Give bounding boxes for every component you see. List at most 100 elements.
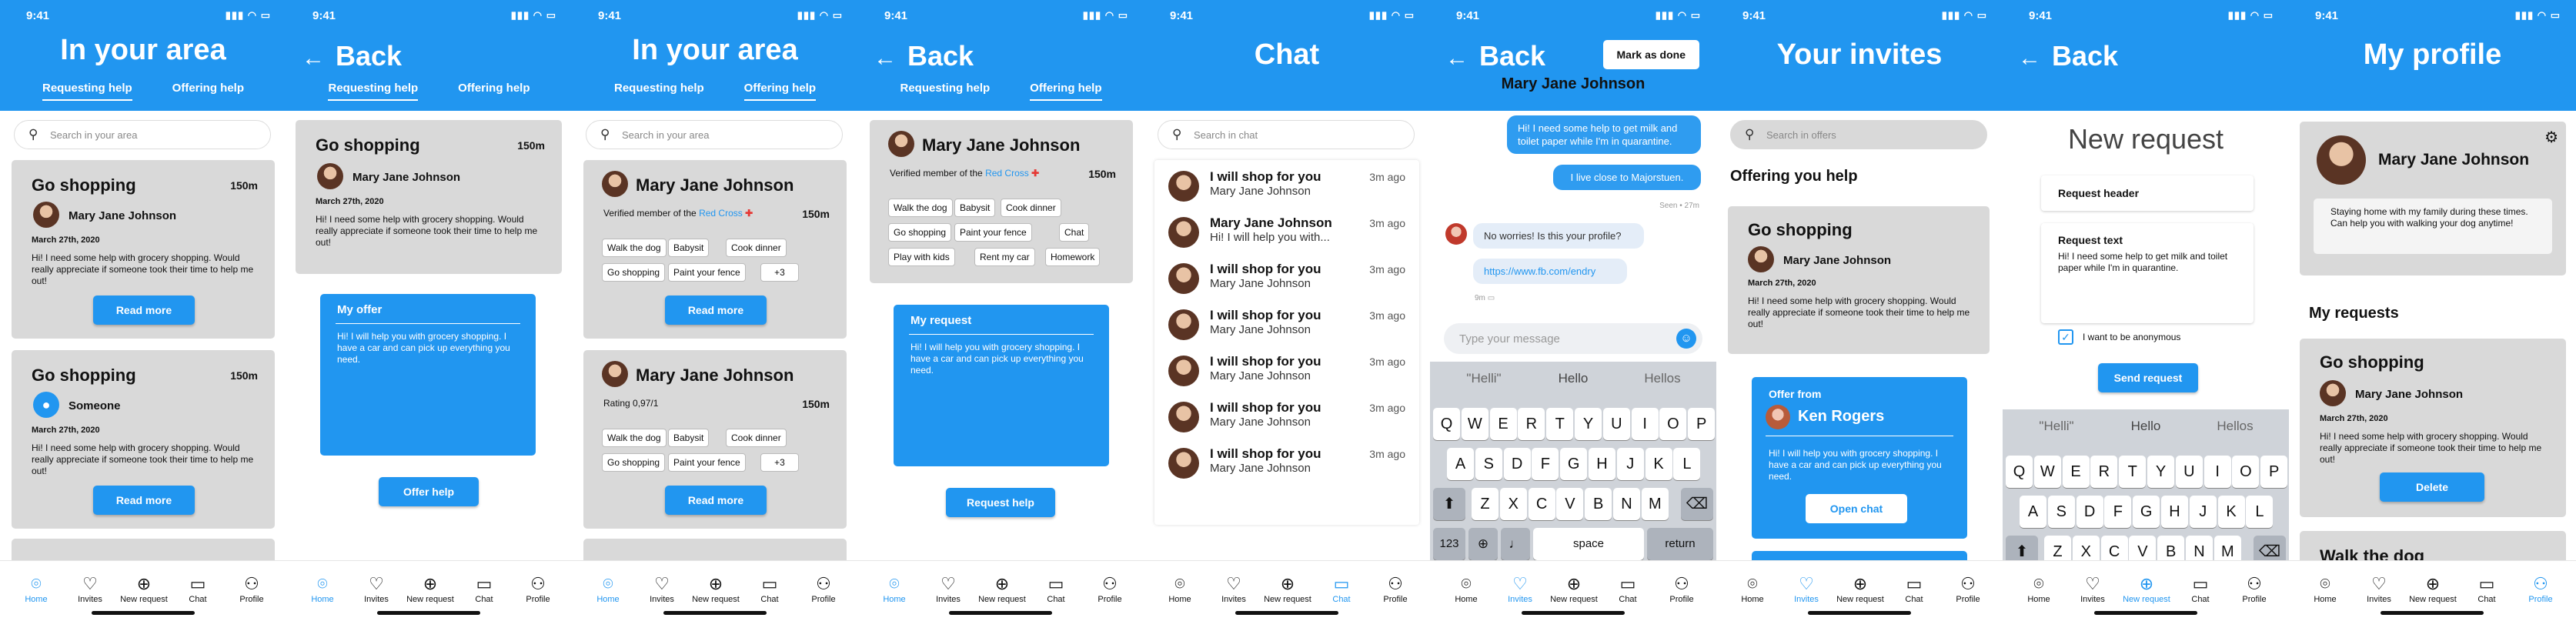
key-p[interactable]: P — [1688, 408, 1716, 440]
chat-row[interactable]: Mary Jane Johnson Hi! I will help you wit… — [1168, 211, 1412, 251]
nav-profile[interactable]: ⚇ Profile — [797, 575, 850, 605]
key-w[interactable]: W — [2033, 456, 2061, 488]
nav-new-request[interactable]: ⊕ New request — [1261, 575, 1315, 605]
gear-icon[interactable]: ⚙ — [2544, 128, 2558, 147]
nav-chat[interactable]: ▭ Chat — [1601, 575, 1655, 605]
key-u[interactable]: U — [1602, 408, 1630, 440]
key-r[interactable]: R — [1518, 408, 1545, 440]
nav-chat[interactable]: ▭ Chat — [171, 575, 225, 605]
delete-button[interactable]: Delete — [2380, 472, 2484, 502]
chat-row[interactable]: I will shop for you Mary Jane Johnson 3m a… — [1168, 349, 1412, 389]
nav-home[interactable]: ⌾ Home — [9, 575, 63, 605]
key-h[interactable]: H — [1589, 448, 1615, 480]
suggestion[interactable]: Hello — [2107, 419, 2184, 434]
key-d[interactable]: D — [2076, 496, 2103, 528]
search-input[interactable]: ⚲ Search in your area — [14, 120, 271, 149]
tab-requesting-help[interactable]: Requesting help — [42, 82, 132, 101]
search-input[interactable]: ⚲ Search in your area — [586, 120, 843, 149]
nav-profile[interactable]: ⚇ Profile — [511, 575, 565, 605]
read-more-button[interactable]: Read more — [665, 295, 767, 325]
tab-offering-help[interactable]: Offering help — [458, 82, 530, 101]
search-input[interactable]: ⚲ Search in offers — [1730, 120, 1987, 149]
message-input[interactable]: Type your message ☺ — [1444, 323, 1702, 354]
nav-new-request[interactable]: ⊕ New request — [403, 575, 457, 605]
key-k[interactable]: K — [1645, 448, 1672, 480]
read-more-button[interactable]: Read more — [93, 486, 195, 515]
suggestion[interactable]: Hellos — [1624, 371, 1701, 386]
key-b[interactable]: B — [1585, 488, 1612, 520]
key-k[interactable]: K — [2217, 496, 2245, 528]
key-g[interactable]: G — [1560, 448, 1588, 480]
nav-chat[interactable]: ▭ Chat — [743, 575, 797, 605]
back-button[interactable]: ← Back — [1445, 40, 1545, 72]
my-offer-box[interactable]: My offer Hi! I will help you with grocer… — [320, 294, 536, 456]
mark-as-done-button[interactable]: Mark as done — [1602, 40, 1699, 69]
send-request-button[interactable]: Send request — [2098, 363, 2198, 392]
nav-home[interactable]: ⌾ Home — [581, 575, 635, 605]
chat-row[interactable]: I will shop for you Mary Jane Johnson 3m a… — [1168, 396, 1412, 436]
key-y[interactable]: Y — [2147, 456, 2174, 488]
tab-offering-help[interactable]: Offering help — [172, 82, 244, 101]
nav-profile[interactable]: ⚇ Profile — [2514, 575, 2568, 605]
key-t[interactable]: T — [1546, 408, 1574, 440]
key-h[interactable]: H — [2161, 496, 2188, 528]
chat-row[interactable]: I will shop for you Mary Jane Johnson 3m a… — [1168, 165, 1412, 205]
nav-chat[interactable]: ▭ Chat — [1887, 575, 1941, 605]
numbers-key[interactable]: 123 — [1433, 528, 1465, 560]
key-l[interactable]: L — [1673, 448, 1701, 480]
nav-new-request[interactable]: ⊕ New request — [2120, 575, 2173, 605]
suggestion[interactable]: Hellos — [2197, 419, 2274, 434]
key-a[interactable]: A — [1447, 448, 1474, 480]
key-u[interactable]: U — [2175, 456, 2203, 488]
nav-home[interactable]: ⌾ Home — [1726, 575, 1779, 605]
key-j[interactable]: J — [2189, 496, 2217, 528]
emoji-icon[interactable]: ☺ — [1676, 329, 1696, 349]
tab-requesting-help[interactable]: Requesting help — [900, 82, 990, 101]
chat-row[interactable]: I will shop for you Mary Jane Johnson 3m a… — [1168, 257, 1412, 297]
offer-help-button[interactable]: Offer help — [379, 477, 479, 506]
key-j[interactable]: J — [1616, 448, 1644, 480]
key-i[interactable]: I — [1631, 408, 1659, 440]
read-more-button[interactable]: Read more — [93, 295, 195, 325]
nav-home[interactable]: ⌾ Home — [867, 575, 921, 605]
nav-new-request[interactable]: ⊕ New request — [1833, 575, 1887, 605]
nav-home[interactable]: ⌾ Home — [1153, 575, 1207, 605]
nav-new-request[interactable]: ⊕ New request — [975, 575, 1029, 605]
key-l[interactable]: L — [2246, 496, 2274, 528]
nav-home[interactable]: ⌾ Home — [2012, 575, 2066, 605]
nav-chat[interactable]: ▭ Chat — [1029, 575, 1083, 605]
my-request-box[interactable]: My request Hi! I will help you with groc… — [894, 305, 1109, 466]
helper-card[interactable]: Mary Jane Johnson Verified member of the… — [583, 160, 847, 339]
open-chat-button[interactable]: Open chat — [1806, 494, 1907, 523]
nav-new-request[interactable]: ⊕ New request — [1547, 575, 1601, 605]
key-f[interactable]: F — [2104, 496, 2132, 528]
key-n[interactable]: N — [1613, 488, 1640, 520]
nav-new-request[interactable]: ⊕ New request — [2406, 575, 2460, 605]
nav-home[interactable]: ⌾ Home — [1439, 575, 1493, 605]
nav-chat[interactable]: ▭ Chat — [2173, 575, 2227, 605]
key-o[interactable]: O — [1659, 408, 1687, 440]
back-button[interactable]: ← Back — [302, 40, 402, 72]
nav-home[interactable]: ⌾ Home — [2298, 575, 2352, 605]
nav-invites[interactable]: ♡ Invites — [921, 575, 975, 605]
suggestion[interactable]: Hello — [1535, 371, 1612, 386]
red-cross-link[interactable]: Red Cross — [985, 168, 1029, 179]
key-e[interactable]: E — [2062, 456, 2090, 488]
back-button[interactable]: ← Back — [874, 40, 974, 72]
key-m[interactable]: M — [1641, 488, 1669, 520]
nav-profile[interactable]: ⚇ Profile — [1083, 575, 1137, 605]
key-v[interactable]: V — [1556, 488, 1584, 520]
key-z[interactable]: Z — [1472, 488, 1498, 520]
key-f[interactable]: F — [1532, 448, 1559, 480]
request-card[interactable]: Go shopping 150m Mary Jane Johnson March… — [12, 160, 275, 339]
tab-offering-help[interactable]: Offering help — [743, 82, 817, 101]
key-d[interactable]: D — [1503, 448, 1531, 480]
key-x[interactable]: X — [1499, 488, 1527, 520]
suggestion[interactable]: "Helli" — [2018, 419, 2095, 434]
nav-invites[interactable]: ♡ Invites — [63, 575, 117, 605]
nav-profile[interactable]: ⚇ Profile — [1368, 575, 1422, 605]
key-w[interactable]: W — [1461, 408, 1488, 440]
request-help-button[interactable]: Request help — [946, 488, 1055, 517]
tab-requesting-help[interactable]: Requesting help — [614, 82, 704, 101]
nav-profile[interactable]: ⚇ Profile — [225, 575, 279, 605]
